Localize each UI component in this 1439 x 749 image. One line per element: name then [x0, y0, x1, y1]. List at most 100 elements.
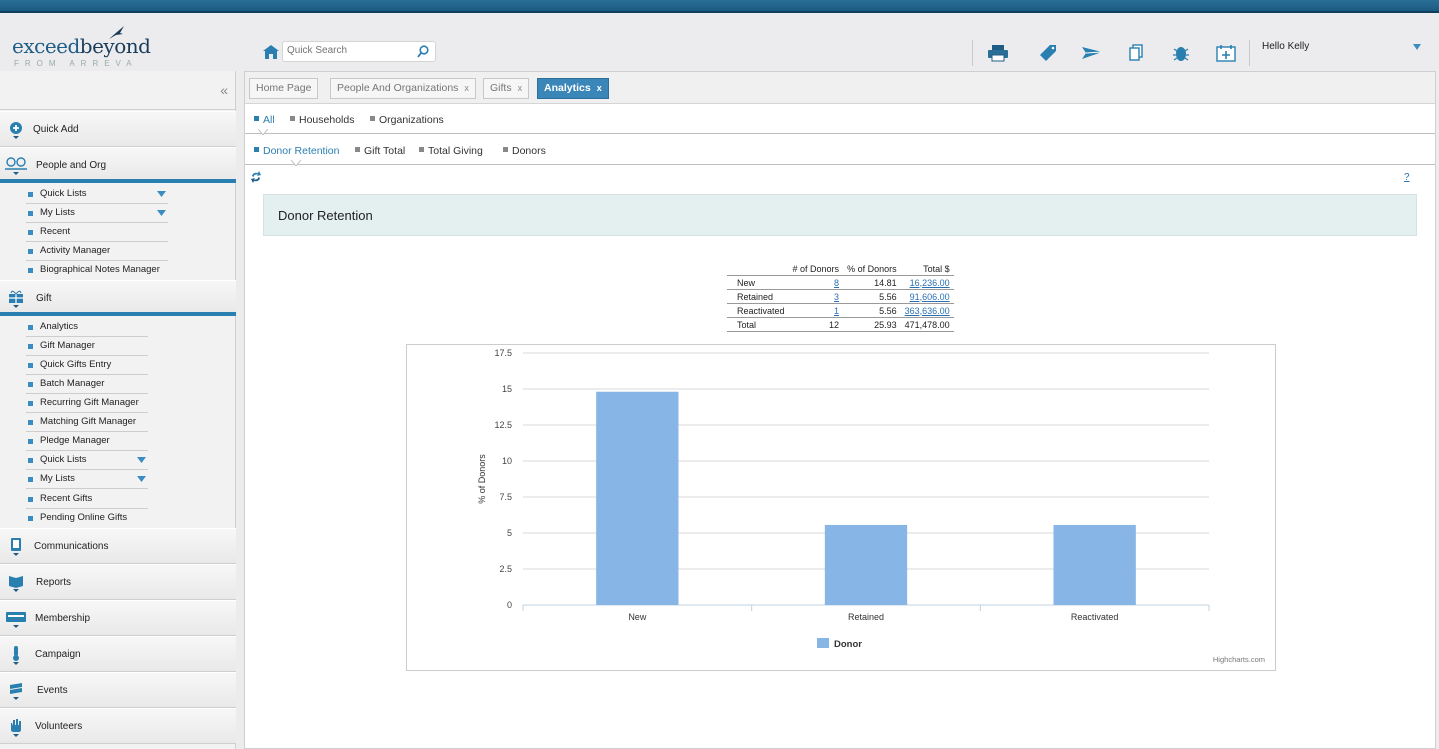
- logo[interactable]: exceedbeyond FROM ARREVA: [12, 25, 151, 69]
- sidebar-section-membership[interactable]: Membership: [0, 600, 236, 636]
- thermometer-icon: [13, 646, 19, 665]
- total-link[interactable]: 363,636.00: [905, 306, 950, 316]
- sidebar-section-campaign[interactable]: Campaign: [0, 636, 236, 672]
- filter-households[interactable]: Households: [290, 114, 354, 126]
- tab-people-and-organizations[interactable]: People And Organizations x: [330, 78, 476, 99]
- chevron-down-icon[interactable]: [137, 476, 146, 482]
- sidebar-item-recurring-gift-manager[interactable]: Recurring Gift Manager: [26, 394, 148, 413]
- section-label: Quick Add: [33, 124, 79, 135]
- sidebar-section-quick-add[interactable]: Quick Add: [0, 111, 236, 147]
- y-tick-label: 2.5: [499, 564, 512, 574]
- active-notch: [291, 160, 301, 166]
- legend-swatch: [817, 638, 829, 648]
- tab-home-page[interactable]: Home Page: [249, 78, 319, 99]
- report-donor-retention[interactable]: Donor Retention: [254, 145, 339, 157]
- sidebar-item-activity-manager[interactable]: Activity Manager: [26, 242, 168, 261]
- report-gift-total[interactable]: Gift Total: [355, 145, 405, 157]
- sidebar-item-quick-lists[interactable]: Quick Lists: [26, 185, 168, 204]
- y-tick-label: 15: [502, 384, 512, 394]
- card-icon: [6, 612, 26, 628]
- sidebar-section-reports[interactable]: Reports: [0, 564, 236, 600]
- donor-count-link[interactable]: 3: [834, 292, 839, 302]
- chevron-down-icon[interactable]: [157, 210, 166, 216]
- search-input[interactable]: [287, 45, 415, 56]
- search-icon[interactable]: [417, 45, 429, 58]
- pct-cell: 14.81: [843, 275, 901, 290]
- send-icon[interactable]: [1081, 43, 1103, 63]
- calendar-add-icon[interactable]: [1215, 43, 1237, 63]
- close-icon[interactable]: x: [518, 83, 523, 93]
- total-link[interactable]: 91,606.00: [910, 292, 950, 302]
- sidebar-item-analytics[interactable]: Analytics: [26, 318, 148, 337]
- section-label: Events: [37, 685, 68, 696]
- book-icon: [9, 576, 23, 592]
- table-row: Retained 3 5.56 91,606.00: [727, 289, 954, 304]
- chevron-down-icon[interactable]: [1412, 43, 1422, 51]
- section-label: People and Org: [36, 160, 107, 171]
- help-link[interactable]: ?: [1404, 172, 1410, 183]
- sidebar-collapse[interactable]: «: [0, 71, 236, 110]
- logo-subtitle: FROM ARREVA: [14, 59, 138, 68]
- collapse-icon[interactable]: «: [220, 82, 228, 98]
- sidebar-item-bio-notes[interactable]: Biographical Notes Manager: [26, 261, 168, 280]
- table-row: New 8 14.81 16,236.00: [727, 275, 954, 290]
- close-icon[interactable]: x: [597, 83, 602, 93]
- sidebar-item-my-lists[interactable]: My Lists: [26, 204, 168, 223]
- sidebar-item-gift-manager[interactable]: Gift Manager: [26, 337, 148, 356]
- user-greeting[interactable]: Hello Kelly: [1262, 41, 1309, 52]
- report-total-giving[interactable]: Total Giving: [419, 145, 483, 157]
- chevron-down-icon[interactable]: [157, 191, 166, 197]
- bar-new: [596, 391, 679, 605]
- tag-icon[interactable]: [1036, 43, 1058, 63]
- retention-stats-table: # of Donors % of Donors Total $ New 8 14…: [727, 263, 954, 332]
- sidebar-item-batch-manager[interactable]: Batch Manager: [26, 375, 148, 394]
- plus-circle-icon: [10, 122, 22, 139]
- pct-cell: 25.93: [843, 317, 901, 332]
- refresh-icon[interactable]: [250, 171, 262, 183]
- sidebar-section-volunteers[interactable]: Volunteers: [0, 708, 236, 744]
- donor-count-link[interactable]: 8: [834, 278, 839, 288]
- sidebar-item-matching-gift-manager[interactable]: Matching Gift Manager: [26, 413, 148, 432]
- copy-icon[interactable]: [1126, 43, 1148, 63]
- sidebar-item-quick-gifts-entry[interactable]: Quick Gifts Entry: [26, 356, 148, 375]
- legend-label: Donor: [834, 639, 862, 650]
- section-label: Membership: [35, 613, 91, 624]
- donor-count-link[interactable]: 1: [834, 306, 839, 316]
- sidebar-item-recent[interactable]: Recent: [26, 223, 168, 242]
- quick-search: [282, 41, 436, 62]
- phone-icon: [11, 538, 21, 556]
- row-label: Total: [727, 317, 789, 332]
- sidebar-section-people[interactable]: People and Org: [0, 147, 236, 183]
- home-icon[interactable]: [262, 44, 280, 60]
- y-tick-label: 12.5: [494, 420, 512, 430]
- tab-analytics[interactable]: Analytics x: [537, 78, 609, 99]
- chevron-down-icon[interactable]: [137, 457, 146, 463]
- header-num-donors: # of Donors: [788, 263, 844, 276]
- section-label: Gift: [36, 293, 52, 304]
- filter-all[interactable]: All: [254, 114, 275, 126]
- tab-gifts[interactable]: Gifts x: [483, 78, 530, 99]
- sidebar-section-gift[interactable]: Gift: [0, 280, 236, 316]
- table-row: Total 12 25.93 471,478.00: [727, 317, 954, 332]
- sidebar-section-communications[interactable]: Communications: [0, 528, 236, 564]
- chart-credit: Highcharts.com: [1213, 655, 1265, 664]
- report-donors[interactable]: Donors: [503, 145, 546, 157]
- filter-organizations[interactable]: Organizations: [370, 114, 444, 126]
- donor-retention-chart: 0 2.5 5 7.5 10 12.5 15 17.5 New Retained Reactivat…: [406, 344, 1276, 671]
- total-link[interactable]: 16,236.00: [910, 278, 950, 288]
- sidebar-item-gift-my-lists[interactable]: My Lists: [26, 470, 148, 489]
- hand-icon: [11, 719, 21, 737]
- y-tick-label: 17.5: [494, 348, 512, 358]
- sidebar-section-events[interactable]: Events: [0, 672, 236, 708]
- sidebar-item-pending-online-gifts[interactable]: Pending Online Gifts: [26, 509, 148, 528]
- sidebar-item-recent-gifts[interactable]: Recent Gifts: [26, 490, 148, 509]
- report-nav: Donor Retention Gift Total Total Giving …: [245, 135, 1435, 165]
- close-icon[interactable]: x: [464, 83, 469, 93]
- print-icon[interactable]: [987, 43, 1009, 63]
- header-total: Total $: [900, 263, 954, 276]
- sidebar-item-gift-quick-lists[interactable]: Quick Lists: [26, 451, 148, 470]
- y-tick-label: 10: [502, 456, 512, 466]
- sidebar-item-pledge-manager[interactable]: Pledge Manager: [26, 432, 148, 451]
- bug-icon[interactable]: [1170, 43, 1192, 63]
- logo-word: exceedbeyond: [12, 34, 151, 58]
